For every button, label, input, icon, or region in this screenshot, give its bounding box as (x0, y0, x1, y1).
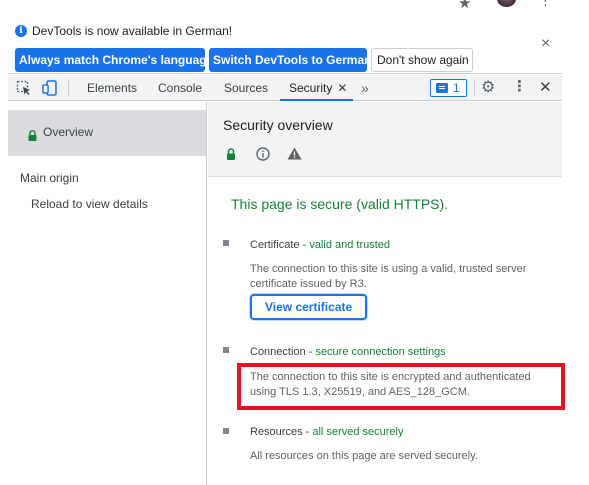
tab-console[interactable]: Console (158, 75, 202, 101)
close-devtools-icon[interactable]: ✕ (539, 79, 552, 97)
main-origin-heading: Main origin (20, 171, 79, 185)
more-options-icon[interactable]: ⋮ (512, 78, 527, 96)
status-bullet (223, 347, 229, 353)
dont-show-again-button[interactable]: Don't show again (371, 48, 473, 72)
toolbar-divider (474, 80, 475, 96)
certificate-status: valid and trusted (309, 239, 391, 251)
resources-description: All resources on this page are served se… (250, 450, 478, 462)
tab-sources[interactable]: Sources (224, 75, 268, 101)
browser-top-strip: ★ ⋮ (0, 0, 589, 14)
highlight-box (237, 363, 565, 410)
connection-title: Connection - secure connection settings (250, 346, 446, 358)
status-bullet (223, 428, 229, 434)
page-title: Security overview (223, 117, 333, 133)
connection-status: secure connection settings (315, 346, 446, 358)
certificate-description: The connection to this site is using a v… (250, 263, 527, 290)
infobar-message: DevTools is now available in German! (32, 24, 233, 38)
status-bullet (223, 240, 229, 246)
info-circle-icon (256, 147, 270, 166)
profile-avatar[interactable] (497, 0, 516, 7)
certificate-title: Certificate - valid and trusted (250, 239, 391, 251)
item-title-label: Connection (250, 346, 306, 358)
device-toolbar-icon[interactable] (42, 80, 58, 101)
sidebar-item-label: Overview (43, 125, 94, 139)
message-icon (436, 83, 448, 93)
toolbar-divider (68, 80, 69, 96)
browser-menu-icon[interactable]: ⋮ (539, 0, 553, 9)
item-title-label: Resources (250, 426, 303, 438)
tab-security-label: Security (289, 81, 333, 95)
resources-status: all served securely (312, 426, 404, 438)
secure-status-message: This page is secure (valid HTTPS). (231, 196, 449, 212)
infobar-close-icon[interactable]: × (541, 36, 550, 52)
page-margin (562, 14, 589, 485)
view-certificate-button[interactable]: View certificate (250, 294, 368, 320)
settings-gear-icon[interactable]: ⚙ (481, 79, 495, 97)
always-match-language-button[interactable]: Always match Chrome's language (15, 48, 213, 72)
item-title-label: Certificate (250, 239, 300, 251)
inspect-element-icon[interactable] (16, 80, 32, 101)
issues-badge[interactable]: 1 (430, 79, 467, 97)
info-icon: i (15, 25, 27, 37)
warning-triangle-icon (287, 147, 302, 165)
switch-to-german-button[interactable]: Switch DevTools to German (209, 48, 371, 72)
security-sidebar: Overview Main origin Reload to view deta… (8, 102, 207, 485)
sidebar-item-overview[interactable]: Overview (8, 110, 206, 156)
tab-elements[interactable]: Elements (87, 75, 137, 101)
language-infobar: i DevTools is now available in German! A… (8, 14, 562, 74)
resources-title: Resources - all served securely (250, 426, 404, 438)
tab-close-icon[interactable]: ✕ (337, 81, 347, 95)
devtools-tabbar: Elements Console Sources Security ✕ » 1 ⚙… (8, 75, 562, 101)
security-overview-panel: Security overview This page is secure (v… (208, 102, 562, 485)
reload-hint: Reload to view details (31, 197, 148, 211)
lock-icon (28, 128, 37, 146)
bookmark-star-icon[interactable]: ★ (458, 0, 471, 12)
lock-icon (226, 147, 236, 165)
issues-count: 1 (453, 81, 460, 95)
tab-security[interactable]: Security ✕ (280, 75, 354, 101)
overview-header: Security overview (208, 102, 562, 177)
more-tabs-icon[interactable]: » (361, 75, 369, 101)
